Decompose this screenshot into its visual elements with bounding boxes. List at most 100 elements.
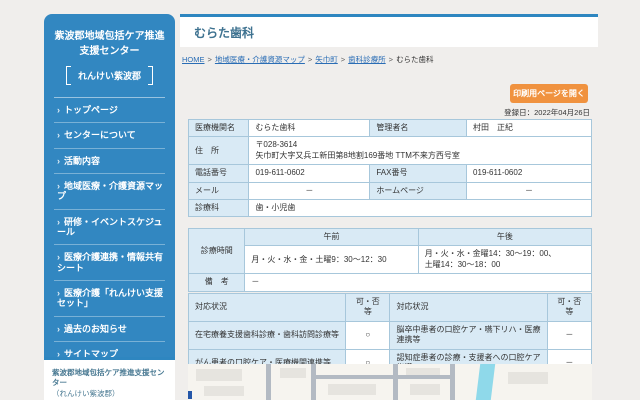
fax-label: FAX番号: [370, 165, 467, 182]
breadcrumb-current: むらた歯科: [396, 55, 434, 64]
support-status-header: 対応状況: [390, 294, 547, 322]
support-item-stroke-care-label: 脳卒中患者の口腔ケア・嚥下リハ・医療連携等: [390, 321, 547, 349]
sidebar-item-top-page[interactable]: › トップページ: [54, 98, 165, 123]
address-street: 矢巾町大字又兵エ新田第8地割169番地 TTM不来方西号室: [255, 151, 585, 161]
address-postal: 〒028-3614: [255, 140, 585, 150]
sidebar-item-info-share-sheet[interactable]: ›医療介護連携・情報共有シート: [54, 245, 165, 281]
sidebar-item-event-schedule[interactable]: ›研修・イベントスケジュール: [54, 210, 165, 246]
map-marker: [188, 391, 192, 399]
table-row: 対応状況 可・否等 対応状況 可・否等: [189, 294, 592, 322]
map-building-block: [508, 372, 548, 384]
hours-note-label: 備 考: [189, 274, 245, 291]
chevron-right-icon: ›: [57, 130, 60, 140]
sidebar-item-label: 研修・イベントスケジュール: [57, 217, 162, 237]
table-row: 住 所 〒028-3614 矢巾町大字又兵エ新田第8地割169番地 TTM不来方…: [189, 137, 592, 165]
sidebar-item-about-center[interactable]: ›センターについて: [54, 123, 165, 148]
availability-header: 可・否等: [547, 294, 591, 322]
breadcrumb-link-resource-map[interactable]: 地域医療・介護資源マップ: [215, 55, 305, 64]
phone-value: 019-611-0602: [249, 165, 370, 182]
map-road: [311, 375, 455, 379]
support-item-home-care-label: 在宅療養支援歯科診療・歯科訪問診療等: [189, 321, 346, 349]
table-row: 月・火・水・金・土曜9：30～12：30 月・火・水・金曜14：30～19：00…: [189, 246, 592, 274]
table-row: 備 考 －: [189, 274, 592, 291]
map-road: [450, 364, 455, 400]
map-building-block: [410, 384, 440, 395]
pm-hours-value: 月・火・水・金曜14：30～19：00、 土曜14：30～18：00: [418, 246, 591, 274]
map-building-block: [280, 368, 306, 378]
table-row: 電話番号 019-611-0602 FAX番号 019-611-0602: [189, 165, 592, 182]
map-building-block: [328, 384, 376, 395]
pm-header: 午後: [418, 229, 591, 246]
map-river: [476, 364, 496, 400]
address-label: 住 所: [189, 137, 249, 165]
table-row: 診療科 歯・小児歯: [189, 199, 592, 216]
sidebar-badge: れんけい紫波郡: [66, 66, 153, 85]
breadcrumb-separator: >: [308, 55, 312, 64]
sidebar-item-label: 医療介護連携・情報共有シート: [57, 252, 163, 272]
homepage-label: ホームページ: [370, 182, 467, 199]
sidebar-item-label: 活動内容: [64, 156, 100, 166]
manager-value: 村田 正紀: [467, 120, 592, 137]
chevron-right-icon: ›: [57, 217, 60, 227]
location-map[interactable]: [188, 364, 592, 400]
am-hours-value: 月・火・水・金・土曜9：30～12：30: [245, 246, 418, 274]
hours-note-value: －: [245, 274, 592, 291]
chevron-right-icon: ›: [57, 252, 60, 262]
sidebar-item-label: 医療介護「れんけい支援セット」: [57, 288, 163, 308]
table-row: メール － ホームページ －: [189, 182, 592, 199]
mail-label: メール: [189, 182, 249, 199]
clinic-name-value: むらた歯科: [249, 120, 370, 137]
registered-date: 登録日：2022年04月26日: [398, 107, 590, 118]
footer-org-name: 紫波郡地域包括ケア推進支援センター: [52, 368, 167, 388]
chevron-right-icon: ›: [57, 324, 60, 334]
mail-value: －: [249, 182, 370, 199]
chevron-right-icon: ›: [57, 288, 60, 298]
breadcrumb-link-home[interactable]: HOME: [182, 55, 205, 64]
pm-hours-saturday: 土曜14：30～18：00: [425, 260, 585, 270]
breadcrumb-separator: >: [341, 55, 345, 64]
map-road: [266, 364, 271, 400]
sidebar-nav: ›トップページ ›センターについて ›活動内容 ›地域医療・介護資源マップ ›研…: [54, 97, 165, 392]
sidebar-item-activities[interactable]: ›活動内容: [54, 149, 165, 174]
sidebar-item-past-news[interactable]: › 過去のお知らせ: [54, 317, 165, 342]
sidebar-footer: 紫波郡地域包括ケア推進支援センター （れんけい紫波郡） 〒028-3614: [44, 357, 175, 400]
chevron-right-icon: ›: [57, 105, 60, 115]
title-card: むらた歯科: [180, 14, 598, 47]
availability-header: 可・否等: [346, 294, 390, 322]
map-road: [393, 364, 398, 400]
page-title: むらた歯科: [194, 24, 598, 41]
pm-hours-weekdays: 月・火・水・金曜14：30～19：00、: [425, 249, 585, 259]
manager-label: 管理者名: [370, 120, 467, 137]
sidebar-item-label: 地域医療・介護資源マップ: [57, 181, 163, 201]
table-row: 在宅療養支援歯科診療・歯科訪問診療等 ○ 脳卒中患者の口腔ケア・嚥下リハ・医療連…: [189, 321, 592, 349]
sidebar: 紫波郡地域包括ケア推進支援センター れんけい紫波郡 › トップページ ›センターに…: [44, 14, 175, 396]
clinic-info-table: 医療機関名 むらた歯科 管理者名 村田 正紀 住 所 〒028-3614 矢巾町…: [188, 119, 592, 217]
map-building-block: [204, 386, 244, 396]
hours-label: 診療時間: [189, 229, 245, 274]
phone-label: 電話番号: [189, 165, 249, 182]
department-value: 歯・小児歯: [249, 199, 592, 216]
sidebar-item-support-set[interactable]: ›医療介護「れんけい支援セット」: [54, 281, 165, 317]
breadcrumb-separator: >: [208, 55, 212, 64]
sidebar-item-label: 過去のお知らせ: [64, 324, 127, 334]
breadcrumb-link-yahaba[interactable]: 矢巾町: [315, 55, 338, 64]
chevron-right-icon: ›: [57, 181, 60, 191]
map-building-block: [196, 369, 242, 381]
table-row: 医療機関名 むらた歯科 管理者名 村田 正紀: [189, 120, 592, 137]
breadcrumb-link-dental-clinics[interactable]: 歯科診療所: [348, 55, 386, 64]
sidebar-item-label: トップページ: [64, 105, 118, 115]
print-page-button[interactable]: 印刷用ページを開く: [510, 84, 588, 103]
support-status-header: 対応状況: [189, 294, 346, 322]
consultation-hours-table: 診療時間 午前 午後 月・火・水・金・土曜9：30～12：30 月・火・水・金曜…: [188, 228, 592, 292]
sidebar-title: 紫波郡地域包括ケア推進支援センター: [54, 30, 165, 59]
address-value: 〒028-3614 矢巾町大字又兵エ新田第8地割169番地 TTM不来方西号室: [249, 137, 592, 165]
clinic-name-label: 医療機関名: [189, 120, 249, 137]
breadcrumb: HOME>地域医療・介護資源マップ>矢巾町>歯科診療所>むらた歯科: [182, 54, 598, 65]
sidebar-item-resource-map[interactable]: ›地域医療・介護資源マップ: [54, 174, 165, 210]
support-item-stroke-care-value: －: [547, 321, 591, 349]
am-header: 午前: [245, 229, 418, 246]
support-item-home-care-value: ○: [346, 321, 390, 349]
table-row: 診療時間 午前 午後: [189, 229, 592, 246]
map-road: [311, 364, 316, 400]
fax-value: 019-611-0602: [467, 165, 592, 182]
